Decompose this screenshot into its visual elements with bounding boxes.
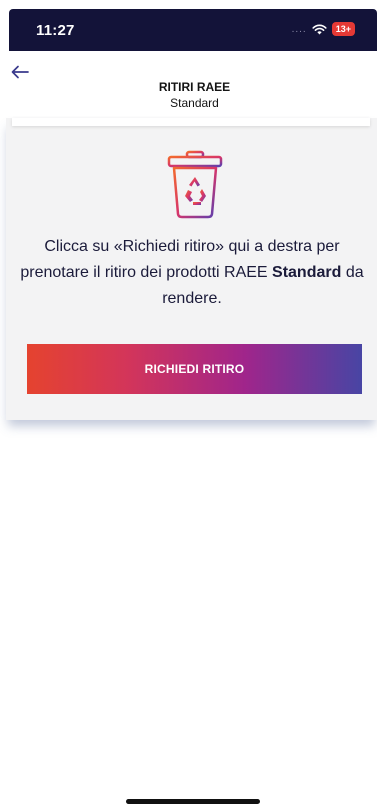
status-bar: 11:27 .... 13+	[9, 9, 377, 51]
instruction-text: Clicca su «Richiedi ritiro» qui a destra…	[16, 234, 368, 312]
header: RITIRI RAEE Standard	[0, 51, 377, 116]
status-indicators: .... 13+	[292, 22, 355, 36]
arrow-left-icon	[11, 65, 29, 79]
status-time: 11:27	[36, 22, 75, 39]
home-indicator[interactable]	[126, 799, 260, 804]
page-title: RITIRI RAEE	[158, 80, 231, 94]
wifi-icon	[312, 24, 327, 35]
recycle-bin-icon	[165, 150, 225, 220]
card-divider	[12, 118, 370, 126]
battery-icon: 13+	[331, 22, 355, 36]
cellular-signal-icon: ....	[291, 23, 307, 35]
request-pickup-button-label: RICHIEDI RITIRO	[144, 362, 245, 376]
page-subtitle: Standard	[170, 96, 219, 110]
instruction-text-bold: Standard	[272, 264, 342, 281]
request-pickup-button[interactable]: RICHIEDI RITIRO	[27, 344, 362, 394]
